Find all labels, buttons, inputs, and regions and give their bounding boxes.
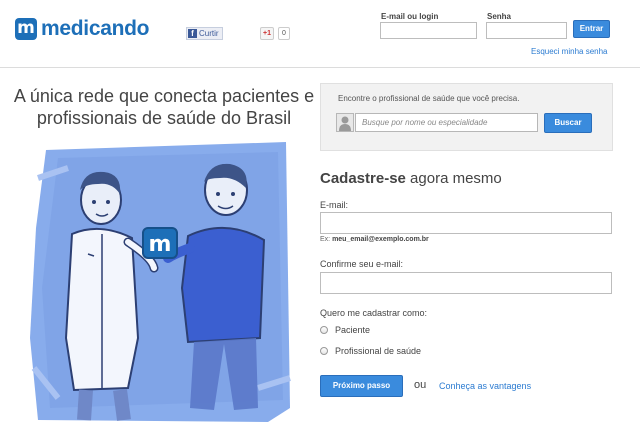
search-panel: Encontre o profissional de saúde que voc… — [320, 83, 613, 151]
radio-profissional[interactable]: Profissional de saúde — [320, 346, 421, 356]
badge-letter: m — [149, 232, 172, 257]
hero-headline: A única rede que conecta pacientes e pro… — [13, 86, 315, 128]
role-label: Quero me cadastrar como: — [320, 308, 428, 318]
login-password-label: Senha — [487, 12, 512, 21]
login-button[interactable]: Entrar — [573, 20, 610, 38]
forgot-password-link[interactable]: Esqueci minha senha — [531, 47, 608, 56]
email-hint: Ex: meu_email@exemplo.com.br — [320, 236, 429, 243]
confirm-email-label: Confirme seu e-mail: — [320, 259, 404, 269]
logo-mark-icon: m — [15, 18, 37, 40]
logo[interactable]: m medicando — [15, 17, 149, 41]
radio-profissional-label: Profissional de saúde — [335, 346, 422, 356]
gplus-widget: +1 0 — [260, 27, 290, 40]
signup-title-rest: agora mesmo — [405, 170, 502, 187]
login-email-label: E-mail ou login — [381, 12, 439, 21]
badge-icon: m — [142, 227, 178, 259]
radio-paciente[interactable]: Paciente — [320, 325, 370, 335]
user-avatar-icon — [336, 113, 354, 132]
or-text: ou — [414, 379, 427, 391]
logo-text: medicando — [41, 17, 150, 40]
benefits-link[interactable]: Conheça as vantagens — [439, 381, 531, 391]
search-title: Encontre o profissional de saúde que voc… — [338, 94, 520, 103]
email-label: E-mail: — [320, 200, 349, 210]
facebook-icon: f — [188, 29, 197, 38]
email-field[interactable] — [320, 212, 612, 234]
email-hint-example: meu_email@exemplo.com.br — [332, 236, 429, 243]
doctor-patient-illustration: m — [30, 142, 291, 422]
next-step-button[interactable]: Próximo passo — [320, 375, 403, 397]
header: m medicando f Curtir +1 0 E-mail ou logi… — [0, 0, 640, 68]
hero-illustration: m — [28, 138, 293, 424]
search-button[interactable]: Buscar — [544, 113, 592, 133]
facebook-like-label: Curtir — [199, 29, 219, 38]
radio-icon[interactable] — [320, 347, 328, 355]
search-input[interactable]: Busque por nome ou especialidade — [355, 113, 538, 132]
confirm-email-field[interactable] — [320, 272, 612, 294]
radio-icon[interactable] — [320, 326, 328, 334]
gplus-icon[interactable]: +1 — [260, 27, 274, 40]
signup-title: Cadastre-se agora mesmo — [320, 170, 502, 187]
login-email-input[interactable] — [380, 22, 477, 39]
radio-paciente-label: Paciente — [335, 325, 371, 335]
login-password-input[interactable] — [486, 22, 567, 39]
email-hint-prefix: Ex: — [320, 236, 333, 243]
gplus-count: 0 — [277, 27, 290, 40]
facebook-like-button[interactable]: f Curtir — [186, 27, 223, 40]
signup-title-bold: Cadastre-se — [320, 170, 406, 187]
